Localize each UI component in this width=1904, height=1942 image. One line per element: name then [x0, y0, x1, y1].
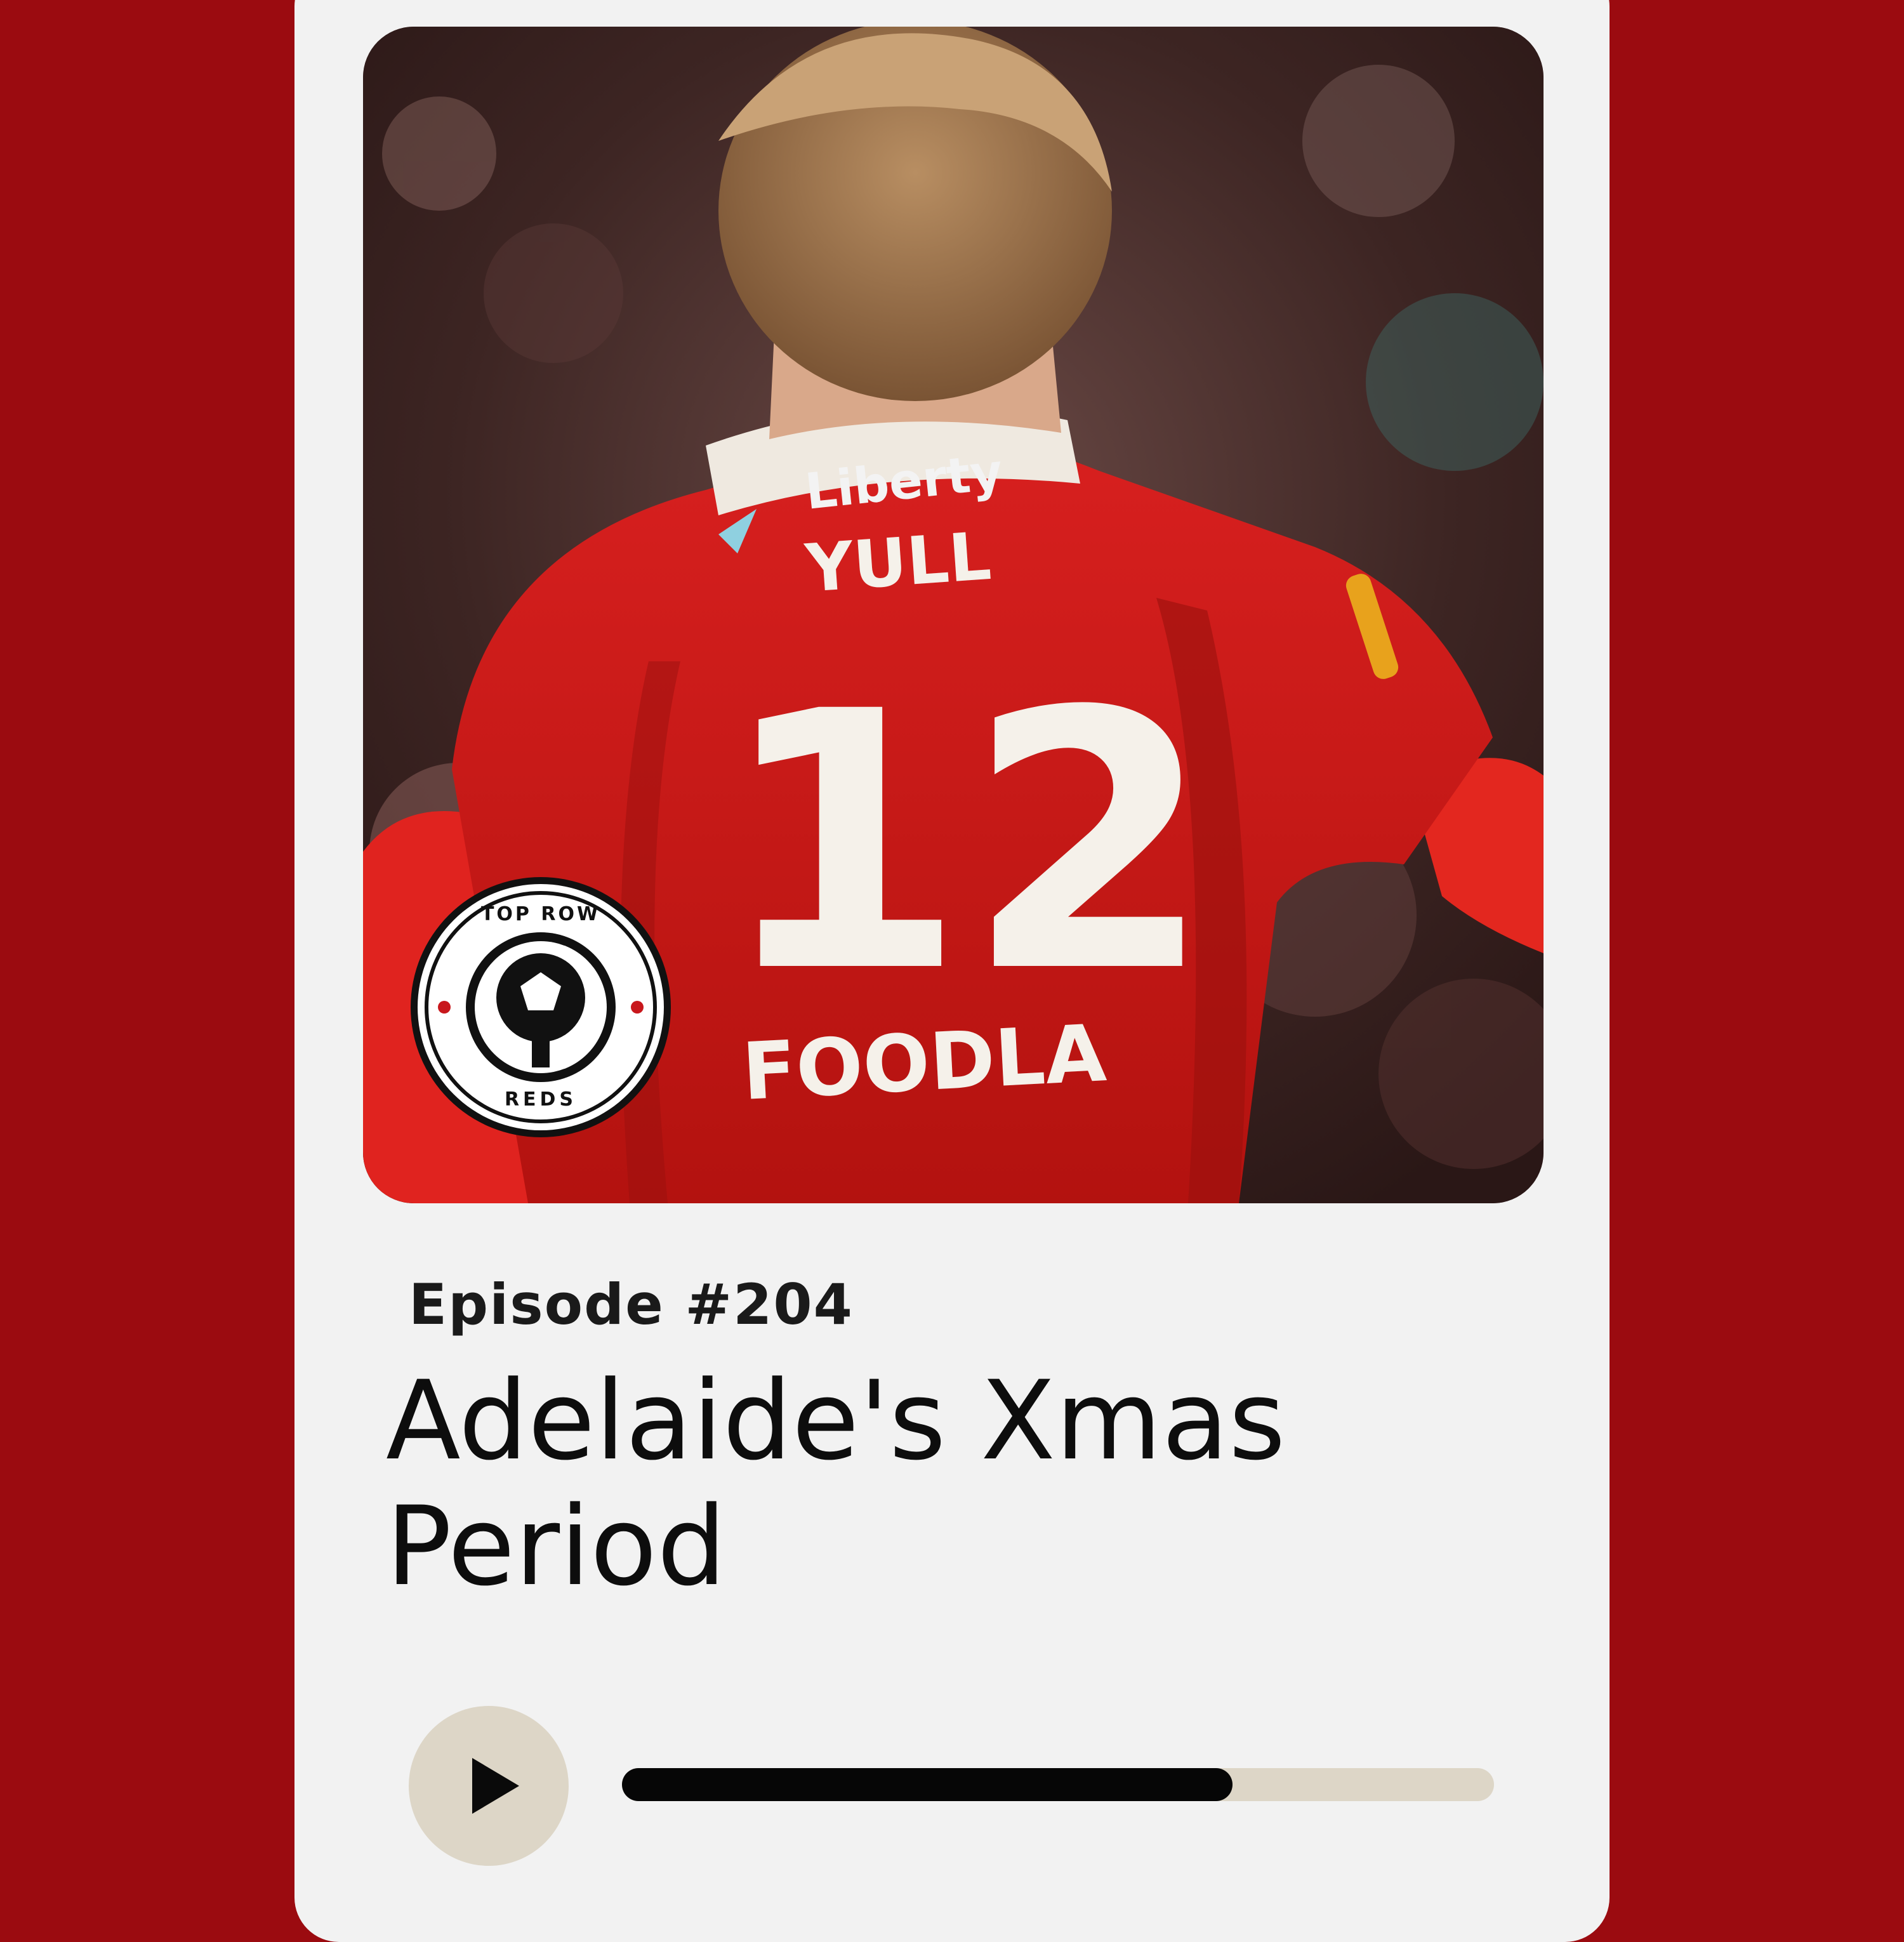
play-icon — [472, 1758, 519, 1814]
artwork-image: Liberty YULL 12 FOODLA TOP ROW REDS — [363, 27, 1544, 1203]
episode-artwork: Liberty YULL 12 FOODLA TOP ROW REDS — [363, 27, 1544, 1203]
logo-bottom-text: REDS — [505, 1088, 577, 1111]
episode-title: Adelaide's Xmas Period — [386, 1357, 1286, 1610]
logo-top-text: TOP ROW — [481, 903, 600, 925]
progress-bar[interactable] — [622, 1768, 1494, 1801]
player-name-text: YULL — [802, 517, 993, 607]
episode-number: Episode #204 — [409, 1272, 854, 1337]
play-button[interactable] — [409, 1706, 569, 1866]
player-number-text: 12 — [718, 637, 1213, 1050]
progress-fill — [622, 1768, 1233, 1801]
sponsor-bottom-text: FOODLA — [740, 1008, 1108, 1118]
podcast-logo: TOP ROW REDS — [411, 877, 671, 1137]
